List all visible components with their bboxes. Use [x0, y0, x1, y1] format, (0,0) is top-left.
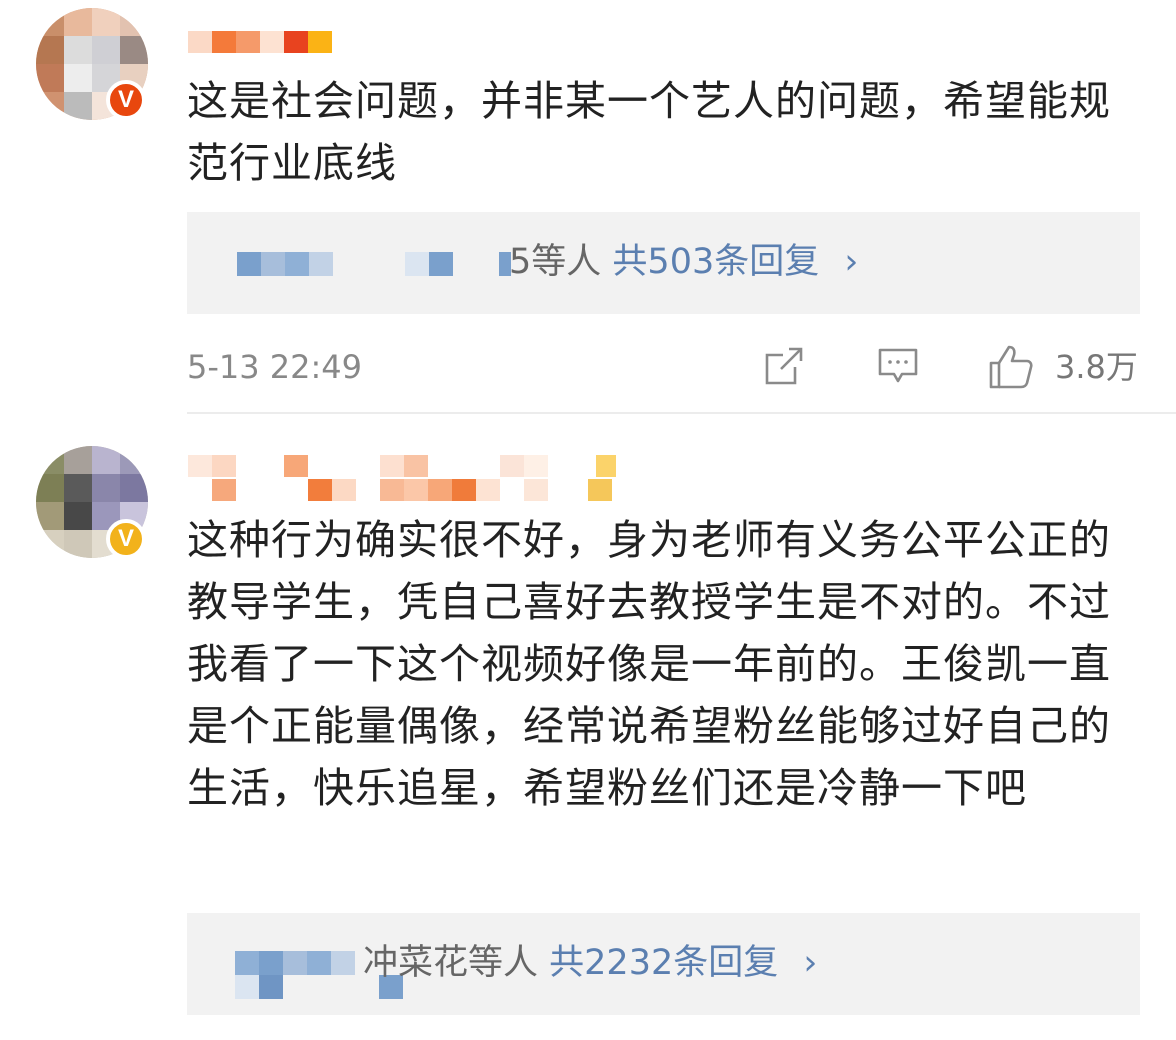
comment-feed: V 这是社会问题，并非某一个艺人的问题，希望能规范行业底线 5等人 共503条回…: [0, 0, 1176, 1040]
verified-badge: V: [106, 80, 146, 120]
timestamp: 5-13 22:49: [187, 348, 363, 386]
like-count: 3.8万: [1055, 348, 1138, 386]
comment-text: 这种行为确实很不好，身为老师有义务公平公正的教导学生，凭自己喜好去教授学生是不对…: [187, 516, 1111, 812]
like-icon[interactable]: [987, 343, 1035, 391]
reply-users-suffix: 冲菜花等人: [363, 943, 539, 983]
replies-preview[interactable]: 冲菜花等人 共2232条回复 ›: [187, 913, 1140, 1015]
chevron-right-icon: ›: [844, 242, 859, 282]
reply-count-link[interactable]: 共2232条回复: [549, 943, 778, 983]
chevron-right-icon: ›: [803, 943, 818, 983]
replies-preview[interactable]: 5等人 共503条回复 ›: [187, 212, 1140, 314]
share-icon[interactable]: [761, 343, 807, 389]
comment-meta: 5-13 22:49 3.8万: [187, 343, 1147, 393]
comment-icon[interactable]: [875, 343, 921, 389]
divider: [187, 412, 1176, 414]
verified-badge: V: [106, 519, 146, 559]
comment-text: 这是社会问题，并非某一个艺人的问题，希望能规范行业底线: [187, 77, 1111, 187]
reply-users-suffix: 5等人: [509, 242, 602, 282]
reply-count-link[interactable]: 共503条回复: [612, 242, 819, 282]
